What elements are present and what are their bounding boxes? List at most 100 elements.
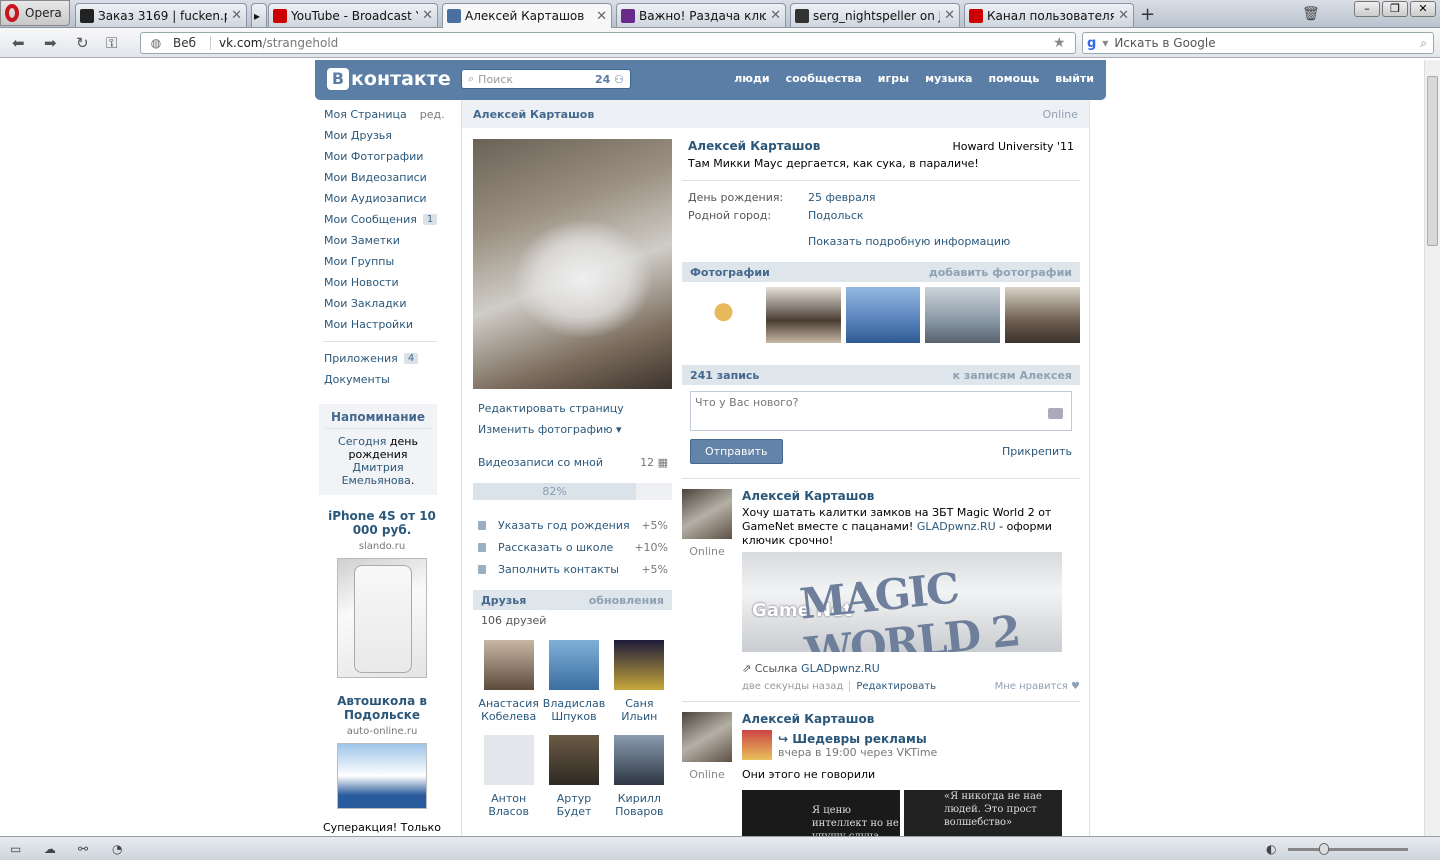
friends-title[interactable]: Друзья <box>481 594 526 607</box>
trash-icon[interactable]: 🗑 <box>1302 6 1320 22</box>
attachment-link[interactable]: GLADpwnz.RU <box>801 662 880 675</box>
repost-avatar[interactable] <box>742 730 772 760</box>
maximize-icon[interactable]: ❐ <box>1382 1 1408 17</box>
forward-icon[interactable]: ➡ <box>44 34 57 52</box>
url-text[interactable]: vk.com/strangehold <box>211 36 1053 50</box>
back-icon[interactable]: ⬅ <box>12 34 25 52</box>
friends-updates-link[interactable]: обновления <box>589 594 664 607</box>
vk-search-input[interactable]: ⌕ Поиск 24 ⚇ <box>461 69 631 89</box>
search-icon[interactable]: ⌕ <box>1420 36 1427 51</box>
post-time[interactable]: две секунды назад <box>742 681 843 692</box>
photo-thumb[interactable] <box>925 287 1001 343</box>
close-tab-icon[interactable]: ✕ <box>1118 8 1129 23</box>
change-photo-link[interactable]: Изменить фотографию ▾ <box>478 423 668 444</box>
address-bar[interactable]: ◍ Веб vk.com/strangehold ★ <box>140 32 1076 54</box>
profile-avatar[interactable] <box>473 139 672 389</box>
key-icon[interactable]: ⚿ <box>106 34 117 52</box>
friend-avatar[interactable] <box>548 735 599 785</box>
tab-3-active[interactable]: Алексей Карташов ✕ <box>442 3 612 28</box>
friend-avatar[interactable] <box>614 640 665 690</box>
share-icon[interactable]: ⚯ <box>78 842 88 856</box>
menu-help[interactable]: помощь <box>988 72 1039 85</box>
wall-count[interactable]: 241 запись <box>690 369 759 382</box>
friend-card[interactable]: Саня Ильин <box>607 640 672 723</box>
online-friends-count[interactable]: 24 ⚇ <box>595 73 624 86</box>
tab-scroll-arrow[interactable]: ▸ <box>251 3 267 27</box>
hometown-value[interactable]: Подольск <box>808 209 864 227</box>
friend-card[interactable]: Владислав Шпуков <box>541 640 606 723</box>
friend-card[interactable]: Антон Власов <box>476 735 541 818</box>
friend-avatar[interactable] <box>548 640 599 690</box>
chevron-down-icon[interactable]: ▾ <box>1102 36 1108 50</box>
menu-communities[interactable]: сообщества <box>786 72 862 85</box>
photos-title[interactable]: Фотографии <box>690 266 770 279</box>
close-tab-icon[interactable]: ✕ <box>231 8 242 23</box>
camera-icon[interactable] <box>1048 408 1063 419</box>
opera-menu-button[interactable]: Opera <box>0 0 70 26</box>
sidebar-item-messages[interactable]: Мои Сообщения 1 <box>315 209 460 230</box>
sidebar-item-notes[interactable]: Мои Заметки <box>315 230 460 251</box>
sidebar-item-bookmarks[interactable]: Мои Закладки <box>315 293 460 314</box>
attach-link[interactable]: Прикрепить <box>1002 445 1072 458</box>
photo-thumb[interactable] <box>686 287 761 343</box>
sidebar-item-audio[interactable]: Мои Аудиозаписи <box>315 188 460 209</box>
quote-image[interactable]: «Я никогда не нае людей. Это прост волше… <box>904 790 1062 838</box>
menu-people[interactable]: люди <box>734 72 769 85</box>
panel-toggle-icon[interactable]: ▭ <box>10 842 21 856</box>
tab-5[interactable]: serg_nightspeller on Ju... ✕ <box>790 3 960 27</box>
close-window-icon[interactable]: ✕ <box>1410 1 1436 17</box>
close-tab-icon[interactable]: ✕ <box>422 8 433 23</box>
like-button[interactable]: Мне нравится ♥ <box>995 681 1080 692</box>
menu-games[interactable]: игры <box>878 72 909 85</box>
friends-count[interactable]: 106 друзей <box>481 614 546 627</box>
ad-iphone[interactable]: iPhone 4S от 10 000 руб. slando.ru <box>323 509 441 678</box>
post-author[interactable]: Алексей Карташов <box>742 712 1080 726</box>
sidebar-item-groups[interactable]: Мои Группы <box>315 251 460 272</box>
minimize-icon[interactable]: – <box>1354 1 1380 17</box>
ad-car-image[interactable] <box>337 743 427 809</box>
avatar[interactable] <box>682 712 732 762</box>
ad-title[interactable]: iPhone 4S от 10 000 руб. <box>323 509 441 537</box>
reminder-today-link[interactable]: Сегодня <box>338 435 386 448</box>
photo-thumb[interactable] <box>1005 287 1080 343</box>
sidebar-item-my-page[interactable]: Моя Страница ред. <box>315 104 460 125</box>
videos-with-me[interactable]: Видеозаписи со мной 12 ▦ <box>478 456 668 469</box>
tab-1[interactable]: Заказ 3169 | fucken.pro ✕ <box>75 3 247 27</box>
view-icon[interactable]: ◐ <box>1266 842 1276 856</box>
sidebar-item-apps[interactable]: Приложения 4 <box>315 348 460 369</box>
photo-thumb[interactable] <box>765 287 841 343</box>
zoom-slider-handle[interactable] <box>1319 843 1329 855</box>
photo-thumb[interactable] <box>845 287 921 343</box>
tip-birth-year[interactable]: Указать год рождения +5% <box>478 514 668 536</box>
friend-avatar[interactable] <box>614 735 665 785</box>
page-scrollbar[interactable] <box>1424 60 1440 836</box>
post-author-avatar[interactable]: Online <box>682 712 732 838</box>
menu-logout[interactable]: выйти <box>1055 72 1094 85</box>
zoom-slider[interactable] <box>1288 848 1408 851</box>
new-tab-icon[interactable]: + <box>1140 4 1155 25</box>
friend-card[interactable]: Анастасия Кобелева <box>476 640 541 723</box>
sidebar-item-documents[interactable]: Документы <box>315 369 460 390</box>
post-author[interactable]: Алексей Карташов <box>742 489 1080 503</box>
post-image[interactable]: Game Net MAGIC WORLD 2 <box>742 552 1062 652</box>
google-search-field[interactable]: g ▾ Искать в Google ⌕ <box>1082 32 1434 54</box>
ad-driving-school[interactable]: Автошкола в Подольске auto-online.ru Суп… <box>323 694 441 847</box>
close-tab-icon[interactable]: ✕ <box>770 8 781 23</box>
tab-2[interactable]: YouTube - Broadcast Y... ✕ <box>268 3 438 27</box>
friend-card[interactable]: Кирилл Поваров <box>607 735 672 818</box>
close-tab-icon[interactable]: ✕ <box>944 8 955 23</box>
ad-iphone-image[interactable] <box>337 558 427 678</box>
sidebar-item-settings[interactable]: Мои Настройки <box>315 314 460 335</box>
bookmark-star-icon[interactable]: ★ <box>1053 35 1075 51</box>
tab-4[interactable]: Важно! Раздача ключ... ✕ <box>616 3 786 27</box>
sidebar-item-news[interactable]: Мои Новости <box>315 272 460 293</box>
speed-dial-icon[interactable]: ◔ <box>112 842 122 856</box>
to-posts-link[interactable]: к записям Алексея <box>953 369 1072 382</box>
edit-page-link[interactable]: Редактировать страницу <box>478 402 668 423</box>
tab-6[interactable]: Канал пользователя N... ✕ <box>964 3 1134 27</box>
send-button[interactable]: Отправить <box>690 439 783 464</box>
repost-name[interactable]: ↪ Шедевры рекламы <box>778 732 937 746</box>
more-info-link[interactable]: Показать подробную информацию <box>808 235 1080 248</box>
reload-icon[interactable]: ↻ <box>76 34 89 52</box>
add-photos-link[interactable]: добавить фотографии <box>929 266 1072 279</box>
